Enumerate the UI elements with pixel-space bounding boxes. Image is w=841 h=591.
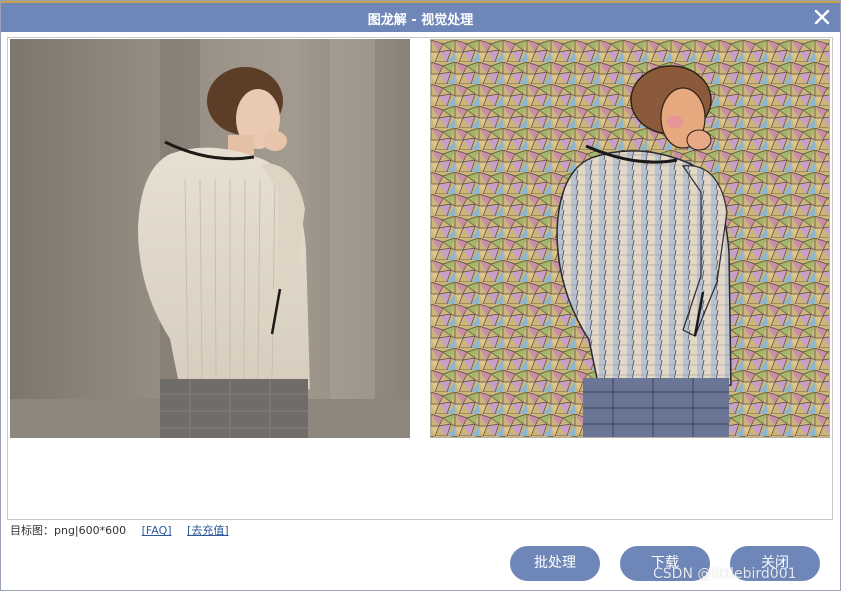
faq-link[interactable]: [FAQ]	[142, 524, 172, 537]
target-format-label: 目标图：png|600*600	[10, 524, 127, 537]
output-info: 目标图：png|600*600 [FAQ] [去充值]	[10, 522, 229, 538]
batch-process-button[interactable]: 批处理	[510, 546, 600, 581]
dialog-titlebar[interactable]: 图龙解 - 视觉处理	[1, 1, 840, 32]
preview-area	[7, 37, 833, 520]
recharge-link[interactable]: [去充值]	[187, 524, 229, 537]
original-image	[10, 39, 410, 438]
watermark: CSDN @littlebird001	[653, 566, 797, 582]
close-icon[interactable]	[812, 7, 832, 27]
visual-processing-dialog: 图龙解 - 视觉处理 目标图：png|600*600 [FAQ] [去充值] 批…	[0, 0, 841, 591]
dialog-title: 图龙解 - 视觉处理	[367, 13, 474, 28]
processed-image	[430, 39, 830, 438]
